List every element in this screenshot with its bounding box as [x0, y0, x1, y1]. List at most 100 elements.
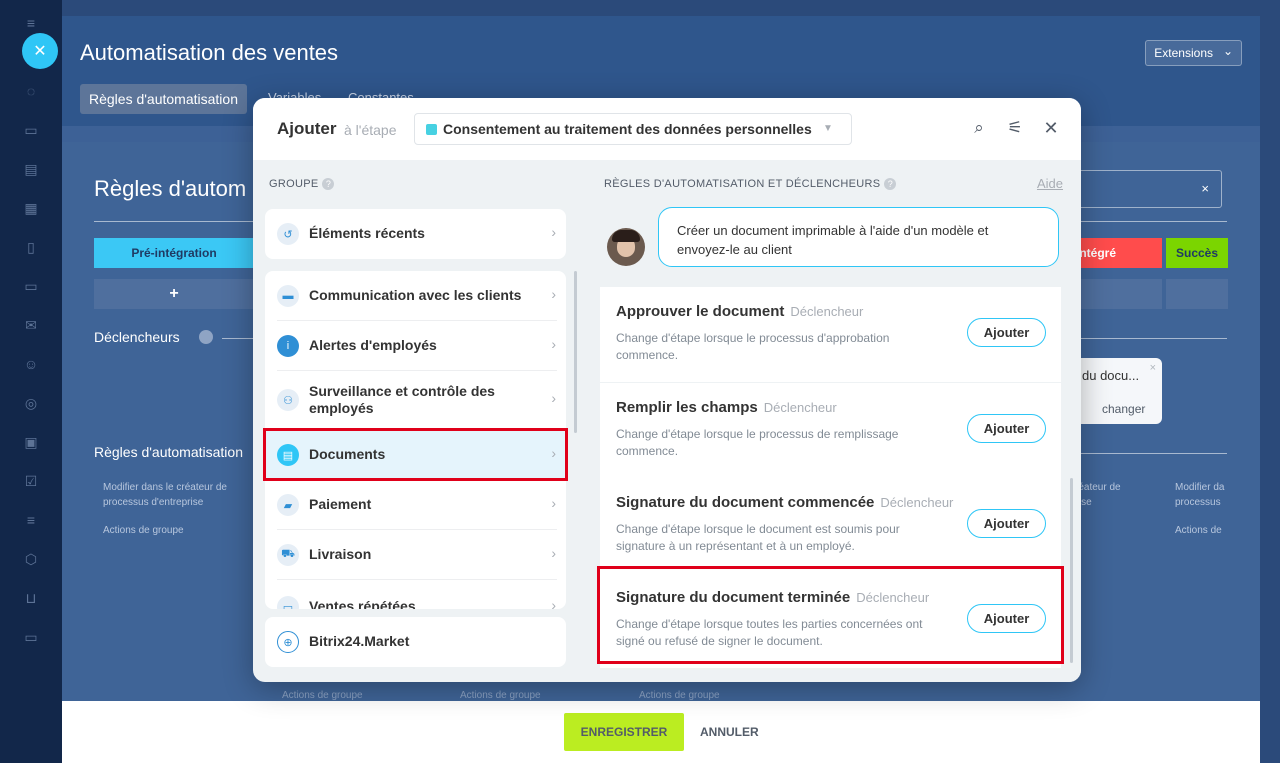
group-description-bubble: Créer un document imprimable à l'aide d'… — [658, 207, 1059, 267]
docs-icon[interactable]: ▯ — [22, 238, 40, 256]
tab-automation-rules[interactable]: Règles d'automatisation — [80, 84, 247, 114]
trigger-card[interactable]: du docu... × changer — [1070, 358, 1162, 424]
trigger-kind: Déclencheur — [880, 495, 954, 510]
tasks-icon[interactable]: ▤ — [22, 160, 40, 178]
group-actions-link[interactable]: Actions de — [1175, 523, 1222, 538]
group-item-label: Paiement — [309, 496, 372, 512]
group-actions-link[interactable]: Actions de groupe — [639, 690, 720, 701]
divider — [1070, 338, 1227, 339]
add-button[interactable]: Ajouter — [967, 414, 1046, 443]
chevron-right-icon: › — [551, 336, 556, 352]
chat-icon: ▬ — [277, 285, 299, 307]
group-item-repeat-sales[interactable]: ▭ Ventes répétées › — [265, 580, 566, 609]
help-link[interactable]: Aide — [1037, 176, 1063, 191]
drive-icon[interactable]: ▭ — [22, 277, 40, 295]
assistant-avatar — [607, 228, 645, 266]
remove-icon[interactable]: × — [1150, 362, 1156, 374]
trigger-description: Change d'étape lorsque le document est s… — [616, 522, 900, 553]
extensions-button[interactable]: Extensions — [1145, 39, 1242, 66]
group-item-communication[interactable]: ▬ Communication avec les clients › — [265, 271, 566, 321]
box-icon[interactable]: ⬡ — [22, 550, 40, 568]
chevron-right-icon: › — [551, 545, 556, 561]
edit-in-designer-link[interactable]: Modifier dans le créateur de processus d… — [103, 480, 253, 510]
group-scrollbar[interactable] — [574, 271, 577, 433]
add-button[interactable]: Ajouter — [967, 318, 1046, 347]
cart-icon[interactable]: ⊔ — [22, 589, 40, 607]
trigger-item: Signature du document commencée Déclenche… — [600, 478, 1061, 573]
chevron-right-icon: › — [551, 224, 556, 240]
crm-icon[interactable]: ▣ — [22, 433, 40, 451]
mail-icon[interactable]: ✉ — [22, 316, 40, 334]
add-rule-cell[interactable] — [1166, 279, 1228, 309]
trigger-kind: Déclencheur — [790, 304, 864, 319]
close-icon[interactable]: ✕ — [1041, 118, 1061, 138]
sites-icon[interactable]: ◎ — [22, 394, 40, 412]
market-group-card: ⊕ Bitrix24.Market — [265, 617, 566, 667]
activity-icon[interactable]: ◌ — [22, 82, 40, 100]
group-item-delivery[interactable]: ⛟ Livraison › — [265, 530, 566, 580]
cancel-button[interactable]: ANNULER — [700, 713, 759, 751]
stage-success[interactable]: Succès — [1166, 238, 1228, 268]
group-description-text: Créer un document imprimable à l'aide d'… — [677, 223, 989, 257]
highlight-box — [263, 428, 568, 481]
stage-pre-integration[interactable]: Pré-intégration — [94, 238, 254, 268]
divider — [94, 221, 254, 222]
divider — [222, 338, 254, 339]
group-item-employee-monitoring[interactable]: ⚇ Surveillance et contrôle des employés … — [265, 371, 566, 430]
check-icon[interactable]: ☑ — [22, 472, 40, 490]
group-item-employee-alerts[interactable]: i Alertes d'employés › — [265, 321, 566, 371]
triggers-label: Déclencheurs — [94, 329, 180, 345]
search-icon[interactable]: ⌕ — [969, 118, 989, 138]
menu-icon[interactable]: ≡ — [22, 14, 40, 32]
clear-icon[interactable]: × — [1201, 181, 1209, 196]
search-box[interactable]: × — [1070, 170, 1222, 208]
chevron-right-icon: › — [551, 597, 556, 609]
rules-scrollbar[interactable] — [1070, 478, 1073, 663]
highlight-box — [597, 566, 1064, 664]
users-icon: ⚇ — [277, 389, 299, 411]
close-slider-button[interactable]: ✕ — [22, 33, 58, 69]
dialog-header: Ajouter à l'étape Consentement au traite… — [253, 98, 1081, 160]
monitor-icon[interactable]: ▭ — [22, 628, 40, 646]
help-icon[interactable] — [199, 330, 213, 344]
group-actions-link[interactable]: Actions de groupe — [282, 690, 363, 701]
trigger-name: Signature du document commencée — [616, 494, 875, 511]
add-button[interactable]: Ajouter — [967, 509, 1046, 538]
edit-in-designer-link[interactable]: Modifier da processus — [1175, 480, 1245, 510]
add-rule-cell[interactable] — [1070, 279, 1162, 309]
market-icon: ⊕ — [277, 631, 299, 653]
group-item-payment[interactable]: ▰ Paiement › — [265, 480, 566, 530]
group-actions-link[interactable]: Actions de groupe — [103, 523, 184, 538]
chat-icon[interactable]: ▭ — [22, 121, 40, 139]
help-icon[interactable]: ? — [322, 178, 335, 191]
history-icon: ↺ — [277, 223, 299, 245]
stage-color-dot — [426, 124, 437, 135]
dialog-title: Ajouter — [277, 119, 337, 138]
rules-label: Règles d'automatisation — [94, 444, 243, 460]
stage-selector-value: Consentement au traitement des données p… — [443, 121, 812, 137]
filter-icon[interactable]: ≡ — [22, 511, 40, 529]
add-rule-button[interactable]: + — [94, 279, 254, 309]
group-item-label: Ventes répétées — [309, 598, 416, 609]
group-item-recent[interactable]: ↺ Éléments récents › — [265, 209, 566, 259]
chevron-right-icon: › — [551, 390, 556, 406]
group-actions-link[interactable]: Actions de groupe — [460, 690, 541, 701]
info-icon: i — [277, 335, 299, 357]
repeat-icon: ▭ — [277, 596, 299, 609]
trigger-kind: Déclencheur — [763, 400, 837, 415]
group-column-header: GROUPE? — [269, 178, 335, 191]
stage-integrated[interactable]: intégré — [1070, 238, 1162, 268]
calendar-icon[interactable]: ▦ — [22, 199, 40, 217]
group-item-label: Livraison — [309, 546, 372, 562]
contacts-icon[interactable]: ☺ — [22, 355, 40, 373]
stage-selector[interactable]: Consentement au traitement des données p… — [414, 113, 852, 145]
settings-sliders-icon[interactable]: ⚟ — [1005, 118, 1025, 138]
wallet-icon: ▰ — [277, 494, 299, 516]
help-icon[interactable]: ? — [884, 178, 897, 191]
group-item-market[interactable]: ⊕ Bitrix24.Market — [265, 617, 566, 667]
change-link[interactable]: changer — [1102, 402, 1145, 416]
dialog-subtitle: à l'étape — [344, 122, 397, 138]
trigger-title: Approuver le document Déclencheur — [616, 303, 863, 320]
footer-bar: ENREGISTRER ANNULER — [62, 701, 1260, 763]
save-button[interactable]: ENREGISTRER — [564, 713, 684, 751]
